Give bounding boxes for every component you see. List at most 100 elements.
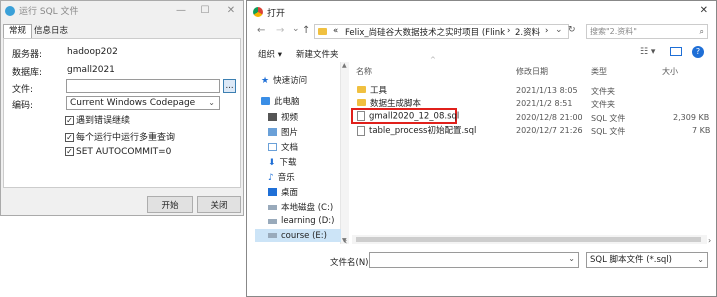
nav-label: course (E:) xyxy=(281,230,327,241)
nav-scrollbar[interactable]: ▲ ▼ xyxy=(341,62,349,244)
desktop-icon xyxy=(268,188,277,196)
tab-panel: 服务器: hadoop202 数据库: gmall2021 文件: ... 编码… xyxy=(3,38,241,188)
checkbox-multiple-queries[interactable]: ✓ 每个运行中运行多重查询 xyxy=(65,130,175,143)
back-arrow-icon[interactable]: ← xyxy=(257,25,265,36)
file-size: 2,309 KB xyxy=(673,113,710,122)
nav-documents[interactable]: 文档 xyxy=(268,141,298,153)
new-folder-button[interactable]: 新建文件夹 xyxy=(296,48,339,60)
nav-label: 文档 xyxy=(281,143,299,153)
scroll-up-icon[interactable]: ▲ xyxy=(342,62,347,69)
encoding-label: 编码: xyxy=(12,101,34,111)
file-date: 2020/12/7 21:26 xyxy=(516,126,583,135)
filetype-select[interactable]: SQL 脚本文件 (*.sql) ⌄ xyxy=(586,252,708,268)
close-button[interactable]: ✕ xyxy=(221,1,241,20)
path-dropdown-icon[interactable]: ⌄ xyxy=(555,25,563,35)
search-input[interactable]: 搜索"2.资料" ⌕ xyxy=(586,24,708,39)
nav-drive-c[interactable]: 本地磁盘 (C:) xyxy=(268,201,333,213)
column-date[interactable]: 修改日期 xyxy=(516,66,548,77)
column-size[interactable]: 大小 xyxy=(662,66,678,77)
database-value: gmall2021 xyxy=(67,65,115,75)
nav-music[interactable]: ♪ 音乐 xyxy=(268,171,295,183)
file-input[interactable] xyxy=(66,79,220,93)
view-options-icon[interactable]: ☷ ▾ xyxy=(640,47,655,57)
drive-icon xyxy=(268,218,277,224)
nav-label: 音乐 xyxy=(277,173,295,183)
file-row[interactable]: table_process初始配置.sql xyxy=(357,124,476,136)
chevron-down-icon: ⌄ xyxy=(697,255,704,264)
scroll-left-icon[interactable]: ‹ xyxy=(344,237,347,246)
minimize-button[interactable]: — xyxy=(171,1,191,20)
file-type: SQL 文件 xyxy=(591,127,626,136)
search-placeholder: 搜索"2.资料" xyxy=(590,27,637,36)
organize-button[interactable]: 组织 ▾ xyxy=(258,48,282,60)
nav-desktop[interactable]: 桌面 xyxy=(268,186,298,198)
checkbox-autocommit[interactable]: ✓ SET AUTOCOMMIT=0 xyxy=(65,147,171,157)
scrollbar-thumb[interactable] xyxy=(356,237,701,242)
column-type[interactable]: 类型 xyxy=(591,66,607,77)
nav-label: learning (D:) xyxy=(281,216,335,226)
maximize-button[interactable]: ☐ xyxy=(195,1,215,20)
chevron-down-icon[interactable]: ⌄ xyxy=(568,254,575,263)
preview-pane-icon[interactable] xyxy=(670,47,682,56)
nav-label: 本地磁盘 (C:) xyxy=(281,203,334,213)
folder-icon xyxy=(318,28,327,35)
drive-icon xyxy=(268,233,277,238)
address-bar[interactable]: « Felix_尚硅谷大数据技术之实时项目 (Flink... › 2.资料 › xyxy=(314,24,569,39)
tab-info-log[interactable]: 信息日志 xyxy=(34,25,68,38)
tab-general[interactable]: 常规 xyxy=(3,24,32,38)
horizontal-scrollbar[interactable] xyxy=(352,235,707,244)
nav-downloads[interactable]: ⬇ 下载 xyxy=(268,156,297,168)
music-icon: ♪ xyxy=(268,173,274,183)
nav-this-pc[interactable]: 此电脑 xyxy=(261,95,300,107)
nav-drive-d[interactable]: learning (D:) xyxy=(268,216,334,226)
nav-pictures[interactable]: 图片 xyxy=(268,126,298,138)
close-dialog-button[interactable]: 关闭 xyxy=(197,196,241,213)
file-name: 工具 xyxy=(370,86,388,96)
checkbox-continue-on-error-label: 遇到错误继续 xyxy=(76,116,131,126)
file-name: table_process初始配置.sql xyxy=(369,126,477,136)
help-icon[interactable]: ? xyxy=(692,46,704,58)
folder-icon xyxy=(357,86,366,93)
nav-drive-e[interactable]: course (E:) xyxy=(255,229,341,242)
recent-chevron-icon[interactable]: ⌄ xyxy=(292,24,300,34)
file-icon xyxy=(357,111,365,121)
forward-arrow-icon[interactable]: → xyxy=(276,25,284,36)
file-row[interactable]: gmall2020_12_08.sql xyxy=(357,111,459,123)
download-icon: ⬇ xyxy=(268,158,276,168)
close-button[interactable]: ✕ xyxy=(700,5,708,16)
check-icon: ✓ xyxy=(65,147,74,156)
scroll-right-icon[interactable]: › xyxy=(708,236,711,245)
search-icon: ⌕ xyxy=(699,27,704,36)
server-label: 服务器: xyxy=(12,50,43,60)
checkbox-continue-on-error[interactable]: ✓ 遇到错误继续 xyxy=(65,113,130,126)
file-date: 2020/12/8 21:00 xyxy=(516,113,583,122)
pictures-icon xyxy=(268,128,277,136)
nav-label: 图片 xyxy=(281,128,299,138)
document-icon xyxy=(268,143,277,151)
up-arrow-icon[interactable]: ↑ xyxy=(302,25,310,36)
run-sql-dialog: 运行 SQL 文件 — ☐ ✕ 常规 信息日志 服务器: hadoop202 数… xyxy=(0,0,244,216)
refresh-icon[interactable]: ↻ xyxy=(568,25,576,35)
nav-videos[interactable]: 视频 xyxy=(268,111,298,123)
file-row[interactable]: 工具 xyxy=(357,84,387,96)
file-type: 文件夹 xyxy=(591,100,615,109)
breadcrumb-current[interactable]: 2.资料 xyxy=(515,26,540,38)
nav-quick-access[interactable]: ★ 快速访问 xyxy=(261,74,307,86)
breadcrumb-overflow[interactable]: « xyxy=(333,26,338,36)
check-icon: ✓ xyxy=(65,133,74,142)
filename-input[interactable]: ⌄ xyxy=(369,252,579,268)
encoding-select[interactable]: Current Windows Codepage ⌄ xyxy=(66,96,220,110)
filetype-value: SQL 脚本文件 (*.sql) xyxy=(590,255,672,265)
nav-label: 下载 xyxy=(279,158,297,168)
column-name[interactable]: 名称 xyxy=(356,66,372,77)
browse-button[interactable]: ... xyxy=(223,79,236,93)
start-button[interactable]: 开始 xyxy=(147,196,193,213)
file-icon xyxy=(357,125,365,136)
breadcrumb-project[interactable]: Felix_尚硅谷大数据技术之实时项目 (Flink... xyxy=(345,26,505,38)
file-name: gmall2020_12_08.sql xyxy=(369,111,460,122)
file-type: SQL 文件 xyxy=(591,114,626,123)
chevron-down-icon: ⌄ xyxy=(208,98,215,107)
dialog-title: 运行 SQL 文件 xyxy=(19,7,79,17)
encoding-value: Current Windows Codepage xyxy=(70,98,196,108)
breadcrumb-separator: › xyxy=(507,26,511,36)
